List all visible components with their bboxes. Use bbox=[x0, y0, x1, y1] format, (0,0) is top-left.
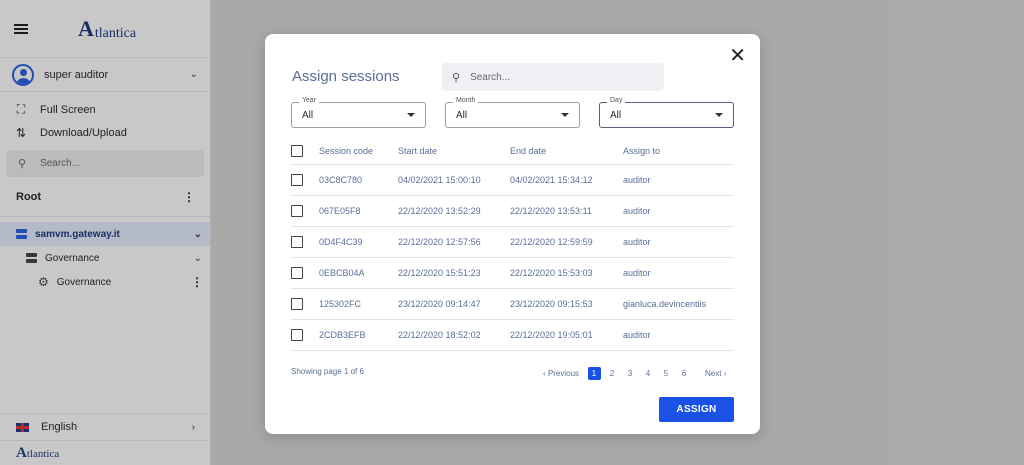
close-icon[interactable]: ✕ bbox=[729, 46, 746, 66]
session-code: 067E05F8 bbox=[319, 206, 361, 216]
dialog-title: Assign sessions bbox=[292, 68, 400, 85]
table-row[interactable]: 0EBCB04A 22/12/2020 15:51:23 22/12/2020 … bbox=[291, 258, 734, 289]
table-row[interactable]: 2CDB3EFB 22/12/2020 18:52:02 22/12/2020 … bbox=[291, 320, 734, 351]
end-date: 22/12/2020 19:05:01 bbox=[510, 330, 593, 340]
row-checkbox[interactable] bbox=[291, 205, 303, 217]
column-header[interactable]: End date bbox=[510, 146, 623, 156]
start-date: 23/12/2020 09:14:47 bbox=[398, 299, 481, 309]
sessions-table: Session code Start date End date Assign … bbox=[291, 138, 734, 351]
assign-to: auditor bbox=[623, 206, 651, 216]
page-button-3[interactable]: 3 bbox=[624, 367, 637, 380]
page-button-6[interactable]: 6 bbox=[678, 367, 691, 380]
assign-to: auditor bbox=[623, 237, 651, 247]
end-date: 22/12/2020 15:53:03 bbox=[510, 268, 593, 278]
table-row[interactable]: 125302FC 23/12/2020 09:14:47 23/12/2020 … bbox=[291, 289, 734, 320]
page-button-1[interactable]: 1 bbox=[587, 367, 601, 380]
day-select-label: Day bbox=[607, 97, 626, 104]
select-all-checkbox[interactable] bbox=[291, 145, 303, 157]
day-select-value: All bbox=[610, 109, 622, 121]
caret-down-icon bbox=[407, 113, 415, 117]
pagination: ‹ Previous 1 2 3 4 5 6 Next › bbox=[537, 367, 732, 380]
row-checkbox[interactable] bbox=[291, 298, 303, 310]
row-checkbox[interactable] bbox=[291, 174, 303, 186]
end-date: 22/12/2020 13:53:11 bbox=[510, 206, 592, 216]
month-select-label: Month bbox=[453, 97, 479, 104]
start-date: 22/12/2020 15:51:23 bbox=[398, 268, 481, 278]
start-date: 04/02/2021 15:00:10 bbox=[398, 175, 481, 185]
row-checkbox[interactable] bbox=[291, 267, 303, 279]
end-date: 22/12/2020 12:59:59 bbox=[510, 237, 593, 247]
assign-to: auditor bbox=[623, 175, 651, 185]
previous-page-button[interactable]: ‹ Previous bbox=[543, 369, 579, 378]
table-header: Session code Start date End date Assign … bbox=[291, 138, 734, 165]
session-code: 03C8C780 bbox=[319, 175, 363, 185]
page-status: Showing page 1 of 6 bbox=[291, 367, 364, 376]
month-select-value: All bbox=[456, 109, 468, 121]
column-header[interactable]: Assign to bbox=[623, 146, 734, 156]
start-date: 22/12/2020 12:57:56 bbox=[398, 237, 481, 247]
page-button-2[interactable]: 2 bbox=[606, 367, 619, 380]
next-page-button[interactable]: Next › bbox=[705, 369, 726, 378]
session-code: 0D4F4C39 bbox=[319, 237, 363, 247]
year-select-label: Year bbox=[299, 97, 320, 104]
column-header[interactable]: Session code bbox=[319, 146, 398, 156]
page-button-4[interactable]: 4 bbox=[642, 367, 655, 380]
end-date: 23/12/2020 09:15:53 bbox=[510, 299, 593, 309]
caret-down-icon bbox=[715, 113, 723, 117]
assign-button[interactable]: ASSIGN bbox=[659, 397, 734, 422]
row-checkbox[interactable] bbox=[291, 236, 303, 248]
session-code: 0EBCB04A bbox=[319, 268, 365, 278]
search-icon: ⚲ bbox=[452, 71, 461, 84]
session-code: 2CDB3EFB bbox=[319, 330, 366, 340]
year-select[interactable]: Year All bbox=[291, 97, 426, 128]
caret-down-icon bbox=[561, 113, 569, 117]
day-select[interactable]: Day All bbox=[599, 97, 734, 128]
session-search-input[interactable] bbox=[470, 71, 651, 83]
row-checkbox[interactable] bbox=[291, 329, 303, 341]
start-date: 22/12/2020 13:52:29 bbox=[398, 206, 481, 216]
year-select-value: All bbox=[302, 109, 314, 121]
session-search[interactable]: ⚲ bbox=[442, 63, 664, 91]
assign-sessions-dialog: ✕ Assign sessions ⚲ Year All Month All D… bbox=[265, 34, 760, 434]
end-date: 04/02/2021 15:34:12 bbox=[510, 175, 593, 185]
assign-to: auditor bbox=[623, 268, 651, 278]
table-row[interactable]: 0D4F4C39 22/12/2020 12:57:56 22/12/2020 … bbox=[291, 227, 734, 258]
session-code: 125302FC bbox=[319, 299, 362, 309]
start-date: 22/12/2020 18:52:02 bbox=[398, 330, 481, 340]
page-button-5[interactable]: 5 bbox=[660, 367, 673, 380]
column-header[interactable]: Start date bbox=[398, 146, 510, 156]
assign-to: gianluca.devincentiis bbox=[623, 299, 707, 309]
month-select[interactable]: Month All bbox=[445, 97, 580, 128]
table-row[interactable]: 067E05F8 22/12/2020 13:52:29 22/12/2020 … bbox=[291, 196, 734, 227]
table-row[interactable]: 03C8C780 04/02/2021 15:00:10 04/02/2021 … bbox=[291, 165, 734, 196]
assign-to: auditor bbox=[623, 330, 651, 340]
